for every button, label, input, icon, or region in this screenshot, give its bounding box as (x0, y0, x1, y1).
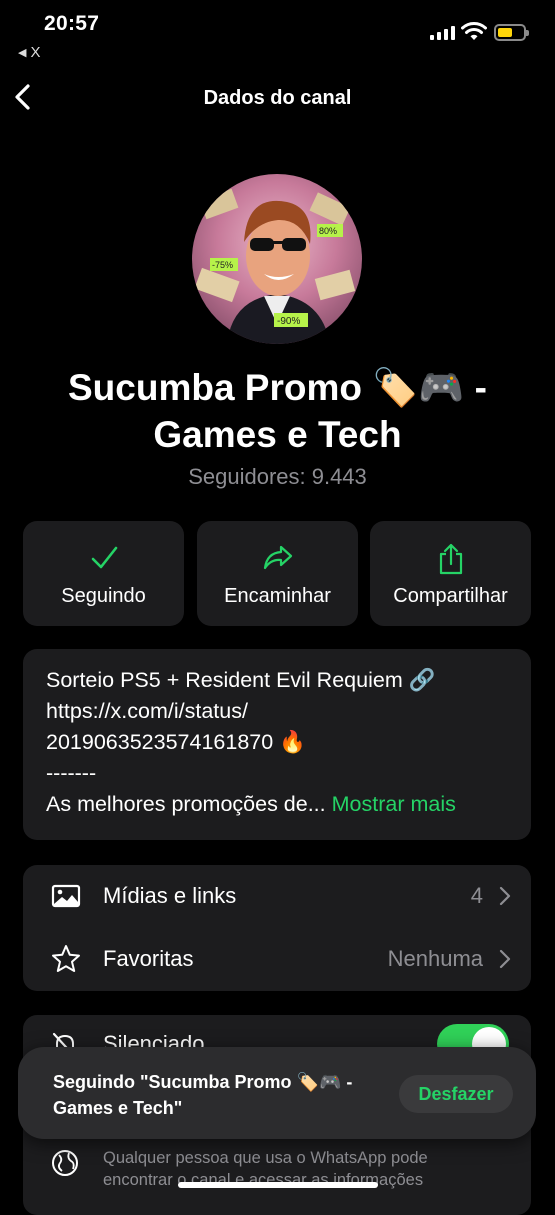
share-icon (439, 543, 462, 575)
share-button[interactable]: Compartilhar (370, 521, 531, 626)
media-links-label: Mídias e links (103, 883, 237, 908)
media-links-row[interactable]: Mídias e links 4 (23, 865, 531, 928)
home-indicator[interactable] (178, 1182, 378, 1188)
badge-75: -75% (212, 260, 233, 270)
back-to-app[interactable]: ◀ X (18, 44, 40, 61)
globe-icon (52, 1150, 78, 1176)
back-app-label: X (30, 44, 41, 61)
description-truncated: As melhores promoções de... (46, 792, 326, 816)
star-icon (52, 945, 80, 972)
channel-name: Sucumba Promo 🏷️🎮 - Games e Tech (20, 364, 535, 458)
channel-description: Sorteio PS5 + Resident Evil Requiem 🔗 ht… (23, 649, 531, 840)
description-line4: ------- (46, 761, 97, 785)
description-line1: Sorteio PS5 + Resident Evil Requiem 🔗 (46, 668, 436, 692)
channel-avatar[interactable]: 80% -75% -90% (192, 174, 362, 344)
badge-80: 80% (319, 226, 337, 236)
followers-count: Seguidores: 9.443 (188, 464, 367, 489)
following-label: Seguindo (61, 585, 146, 607)
description-link-line2[interactable]: 2019063523574161870 🔥 (46, 727, 517, 758)
channel-name-line1: Sucumba Promo 🏷️🎮 - (67, 367, 487, 408)
badge-90: -90% (277, 316, 300, 327)
forward-button[interactable]: Encaminhar (197, 521, 358, 626)
wifi-icon (461, 22, 487, 40)
following-toast: Seguindo "Sucumba Promo 🏷️🎮 - Games e Te… (18, 1047, 536, 1139)
chevron-right-icon (499, 949, 511, 969)
favorites-value: Nenhuma (387, 946, 483, 971)
forward-icon (263, 545, 292, 570)
following-button[interactable]: Seguindo (23, 521, 184, 626)
chevron-right-icon (499, 886, 511, 906)
battery-icon (494, 24, 529, 41)
media-links-count: 4 (470, 883, 483, 908)
share-label: Compartilhar (393, 585, 508, 607)
back-triangle-icon: ◀ (18, 47, 27, 59)
signal-icon (430, 26, 455, 40)
channel-list-card: Mídias e links 4 Favoritas Nenhuma (23, 865, 531, 991)
checkmark-icon (91, 546, 117, 569)
toast-text-line2: Games e Tech" (53, 1098, 183, 1118)
favorites-label: Favoritas (103, 946, 194, 971)
forward-label: Encaminhar (224, 585, 331, 607)
undo-button[interactable]: Desfazer (399, 1075, 513, 1113)
status-time: 20:57 (44, 12, 100, 35)
channel-name-line2: Games e Tech (153, 414, 402, 455)
page-title: Dados do canal (203, 87, 352, 109)
description-link-line1[interactable]: https://x.com/i/status/ (46, 696, 517, 727)
toast-text-line1: Seguindo "Sucumba Promo 🏷️🎮 - (53, 1072, 353, 1092)
avatar-image: 80% -75% -90% (194, 188, 356, 344)
image-icon (51, 884, 81, 908)
favorites-row[interactable]: Favoritas Nenhuma (23, 928, 531, 991)
show-more-link[interactable]: Mostrar mais (332, 792, 456, 816)
description-line5: As melhores promoções de... Mostrar mais (46, 789, 517, 820)
